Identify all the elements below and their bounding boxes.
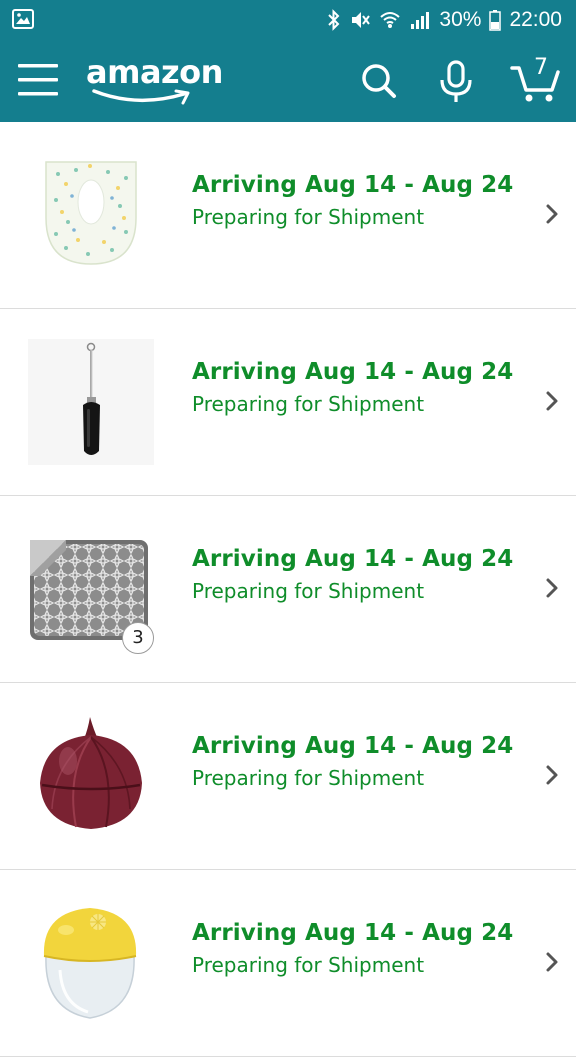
- cart-button[interactable]: 7: [510, 54, 562, 104]
- battery-icon: [489, 10, 502, 31]
- dish-drying-mat-icon: 3: [26, 526, 156, 654]
- amazon-smile-icon: [92, 89, 190, 105]
- status-bar: 30% 22:00: [0, 0, 576, 40]
- arrival-date: Arriving Aug 14 - Aug 24: [192, 359, 514, 385]
- wifi-icon: [380, 12, 401, 28]
- hamburger-icon: [18, 64, 58, 96]
- shipment-status: Preparing for Shipment: [192, 392, 425, 416]
- app-header: 30% 22:00 amazon 7: [0, 0, 576, 122]
- onion-keeper-icon: [26, 713, 156, 839]
- order-row[interactable]: Arriving Aug 14 - Aug 24 Preparing for S…: [0, 122, 576, 309]
- quantity-badge: 3: [122, 622, 154, 654]
- arrival-date: Arriving Aug 14 - Aug 24: [192, 733, 514, 759]
- shipment-status: Preparing for Shipment: [192, 205, 425, 229]
- order-list: Arriving Aug 14 - Aug 24 Preparing for S…: [0, 122, 576, 1057]
- arrival-date: Arriving Aug 14 - Aug 24: [192, 920, 514, 946]
- search-icon: [362, 64, 396, 98]
- mute-icon: [352, 12, 371, 28]
- cart-count: 7: [534, 55, 548, 80]
- gallery-notification-icon: [12, 9, 34, 29]
- clock: 22:00: [509, 8, 562, 31]
- shipment-status: Preparing for Shipment: [192, 953, 425, 977]
- order-row[interactable]: Arriving Aug 14 - Aug 24 Preparing for S…: [0, 683, 576, 870]
- shipment-status: Preparing for Shipment: [192, 579, 425, 603]
- chevron-right-icon: [546, 391, 558, 411]
- arrival-date: Arriving Aug 14 - Aug 24: [192, 546, 514, 572]
- bluetooth-icon: [328, 9, 340, 31]
- lemon-saver-icon: [26, 900, 156, 1026]
- menu-button[interactable]: [18, 60, 60, 100]
- chevron-right-icon: [546, 578, 558, 598]
- app-bar: amazon 7: [0, 40, 576, 122]
- logo-text: amazon: [86, 53, 223, 91]
- signal-icon: [411, 12, 430, 29]
- milk-frother-icon: [26, 339, 156, 465]
- microphone-icon: [440, 60, 472, 102]
- shipment-status: Preparing for Shipment: [192, 766, 425, 790]
- search-button[interactable]: [360, 62, 398, 100]
- order-row[interactable]: Arriving Aug 14 - Aug 24 Preparing for S…: [0, 309, 576, 496]
- chevron-right-icon: [546, 204, 558, 224]
- order-row[interactable]: 3 Arriving Aug 14 - Aug 24 Preparing for…: [0, 496, 576, 683]
- chevron-right-icon: [546, 952, 558, 972]
- voice-search-button[interactable]: [438, 60, 474, 104]
- chevron-right-icon: [546, 765, 558, 785]
- amazon-logo[interactable]: amazon: [86, 54, 226, 110]
- arrival-date: Arriving Aug 14 - Aug 24: [192, 172, 514, 198]
- battery-percent: 30%: [439, 8, 482, 31]
- order-row[interactable]: Arriving Aug 14 - Aug 24 Preparing for S…: [0, 870, 576, 1057]
- toilet-seat-cover-icon: [26, 152, 156, 278]
